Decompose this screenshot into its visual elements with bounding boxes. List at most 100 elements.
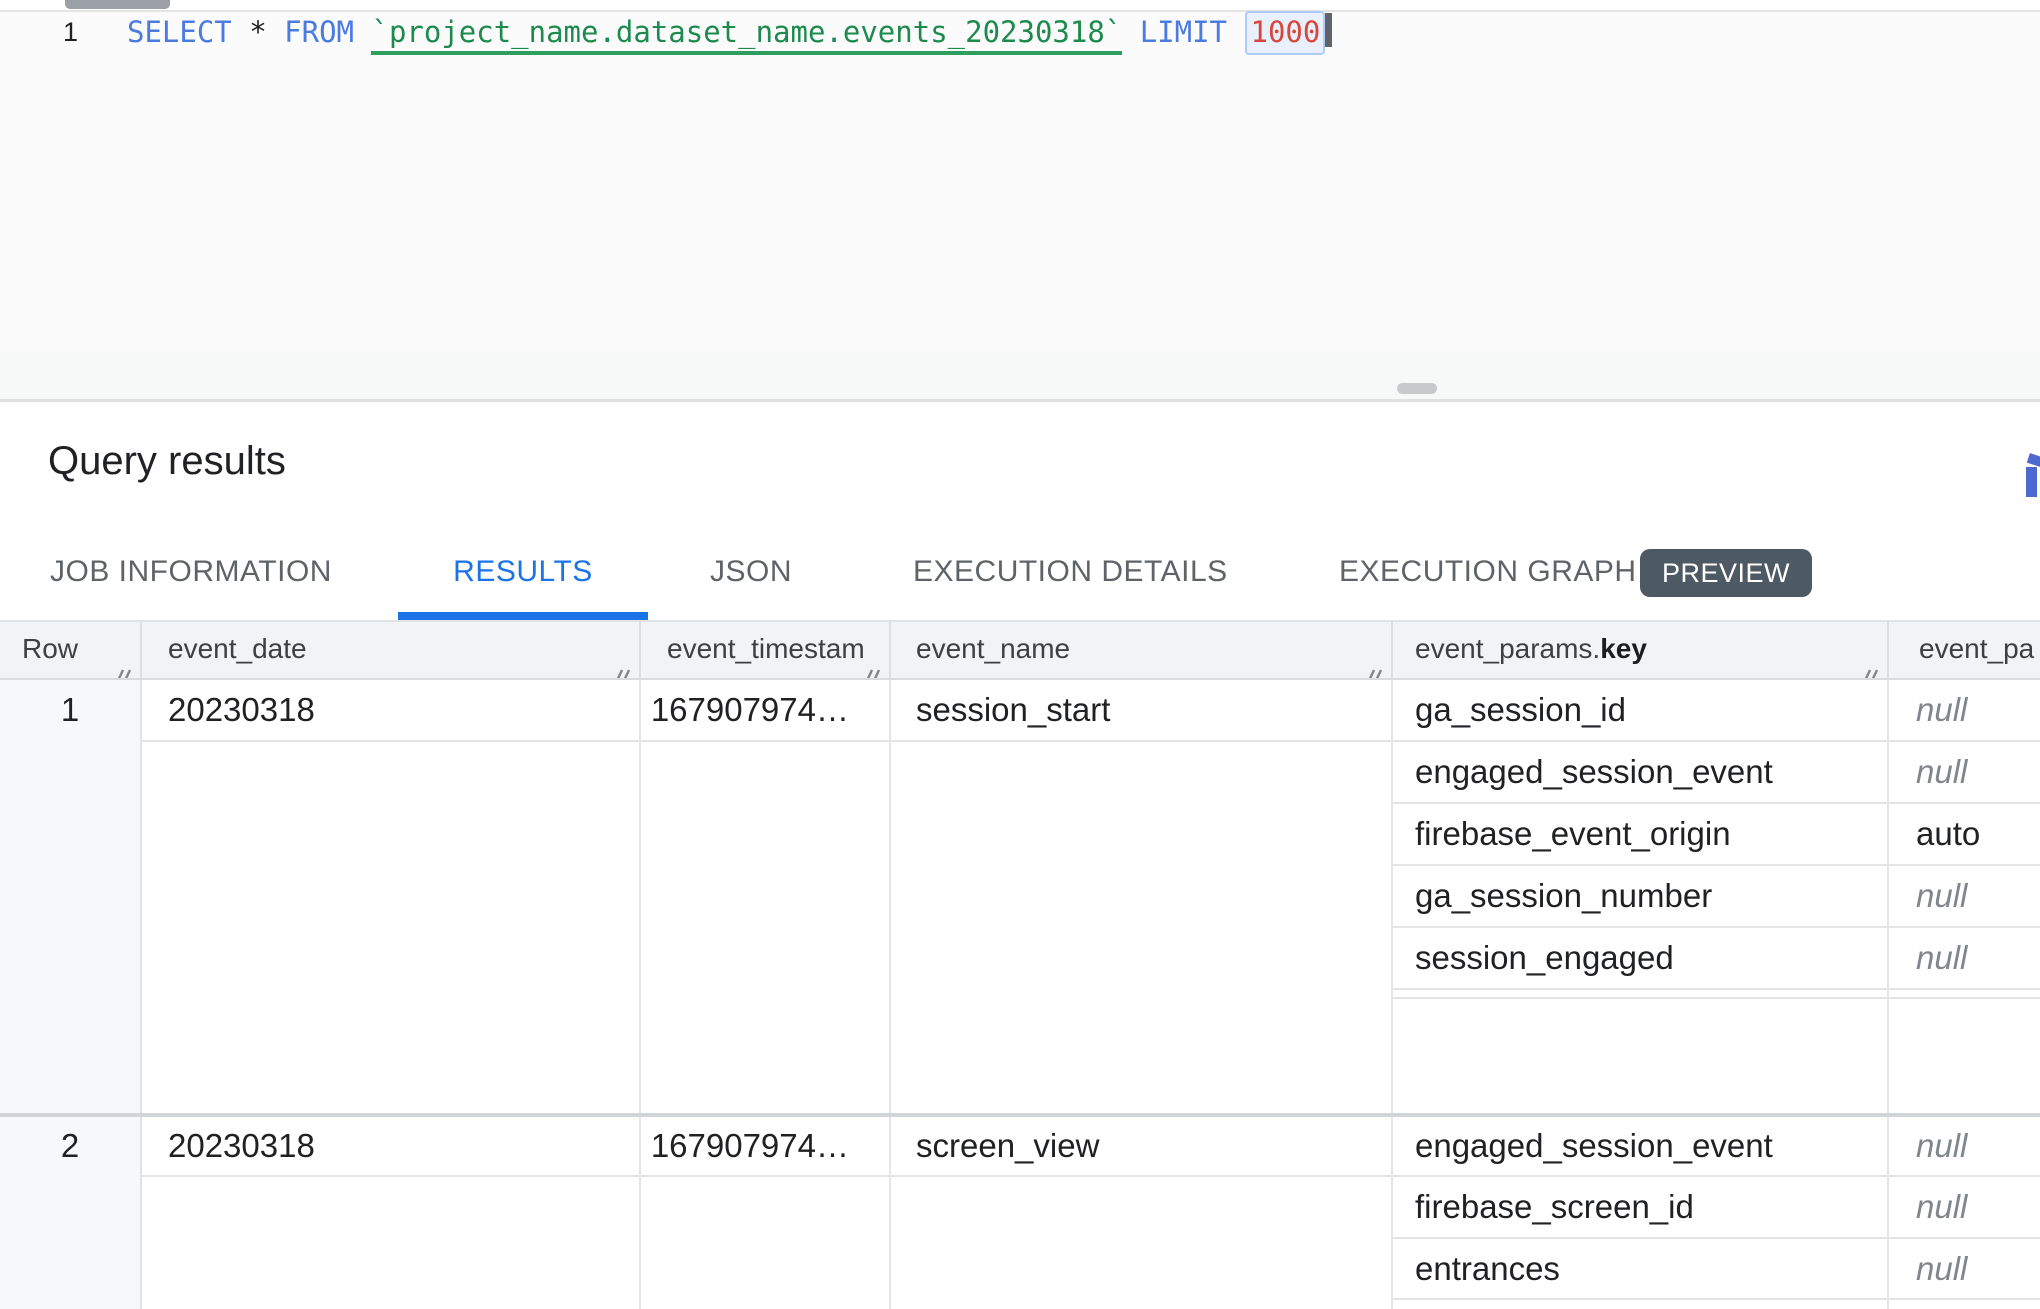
column-resize-handle[interactable] [1364,652,1386,674]
row-gutter [0,742,142,804]
cell-spacer [142,866,641,928]
preview-badge: PREVIEW [1640,549,1812,597]
cell-param-key-empty [1393,999,1889,1113]
cell-spacer [641,742,891,804]
text-cursor [1325,13,1332,47]
results-tabbar: JOB INFORMATION RESULTS JSON EXECUTION D… [0,530,2040,622]
cell-param-key: entrances [1393,1239,1889,1300]
table-row: firebase_screen_idnull [0,1177,2040,1239]
cell-spacer [142,999,641,1113]
table-row [0,1300,2040,1309]
cell-spacer [891,1177,1393,1239]
row-gutter [0,1300,142,1309]
table-row [0,990,2040,999]
header-cell-event-pa: event_pa [1889,622,2040,678]
table-header: Rowevent_dateevent_timestampevent_nameev… [0,622,2040,680]
cell-event-name: session_start [891,680,1393,742]
save-results-icon[interactable] [2026,453,2040,499]
cell-event-name: screen_view [891,1117,1393,1177]
table-body: 120230318167907974…session_startga_sessi… [0,680,2040,1309]
cell-param-value: null [1889,1117,2040,1177]
cell-spacer [891,866,1393,928]
cell-param-value-empty [1889,990,2040,999]
active-tab-underline [398,612,648,620]
tab-execution-graph[interactable]: EXECUTION GRAPH [1339,530,1637,614]
cell-spacer [142,742,641,804]
column-resize-handle[interactable] [1860,652,1882,674]
tab-execution-details[interactable]: EXECUTION DETAILS [913,530,1228,614]
header-cell-event-params: event_params.key [1393,622,1889,678]
tab-job-information[interactable]: JOB INFORMATION [50,530,332,614]
row-gutter [0,1239,142,1300]
cell-spacer [641,1239,891,1300]
cell-param-value: null [1889,1239,2040,1300]
table-row: engaged_session_eventnull [0,742,2040,804]
row-gutter [0,928,142,990]
cell-spacer [641,1300,891,1309]
token-table-reference: `project_name.dataset_name.events_202303… [371,15,1122,55]
cell-param-value: null [1889,742,2040,804]
cell-param-value-empty [1889,1300,2040,1309]
splitter-drag-handle[interactable] [1397,383,1437,394]
cell-param-value: auto [1889,804,2040,866]
table-row: entrancesnull [0,1239,2040,1300]
cell-param-value: null [1889,928,2040,990]
bigquery-query-page: 1 SELECT * FROM `project_name.dataset_na… [0,0,2040,1309]
cell-param-key: firebase_screen_id [1393,1177,1889,1239]
cell-spacer [891,1239,1393,1300]
editor-bottom-strip [0,352,2040,402]
cell-param-value: null [1889,680,2040,742]
cell-spacer [142,1177,641,1239]
results-table: Rowevent_dateevent_timestampevent_nameev… [0,622,2040,1309]
cell-spacer [641,928,891,990]
row-gutter [0,866,142,928]
cell-param-value-empty [1889,999,2040,1113]
cell-event-date: 20230318 [142,1117,641,1177]
tab-results[interactable]: RESULTS [398,530,648,614]
column-resize-handle[interactable] [113,652,135,674]
query-results-panel: Query results JOB INFORMATION RESULTS JS… [0,403,2040,1309]
table-row: ga_session_numbernull [0,866,2040,928]
cell-event-date: 20230318 [142,680,641,742]
token-keyword-from: FROM [284,15,354,49]
cell-spacer [142,1300,641,1309]
cell-spacer [891,1300,1393,1309]
cell-spacer [641,866,891,928]
token-star: * [249,15,266,49]
row-gutter [0,990,142,999]
cell-spacer [142,990,641,999]
table-row: session_engagednull [0,928,2040,990]
cell-spacer [142,804,641,866]
tab-json[interactable]: JSON [701,530,801,614]
sql-editor[interactable]: 1 SELECT * FROM `project_name.dataset_na… [0,0,2040,403]
cell-spacer [891,742,1393,804]
column-resize-handle[interactable] [612,652,634,674]
header-cell-event-date: event_date [142,622,641,678]
table-row: firebase_event_originauto [0,804,2040,866]
table-row: 120230318167907974…session_startga_sessi… [0,680,2040,742]
cell-event-timestamp: 167907974… [641,680,891,742]
row-gutter [0,804,142,866]
cell-param-key: session_engaged [1393,928,1889,990]
cell-param-value: null [1889,1177,2040,1239]
cell-spacer [142,1239,641,1300]
cell-spacer [641,990,891,999]
cell-param-key: engaged_session_event [1393,1117,1889,1177]
query-results-title: Query results [48,439,286,484]
header-cell-row: Row [0,622,142,678]
cell-spacer [891,999,1393,1113]
cell-param-key-empty [1393,990,1889,999]
cell-spacer [891,990,1393,999]
cell-param-key: ga_session_number [1393,866,1889,928]
cell-param-key-empty [1393,1300,1889,1309]
table-row: 220230318167907974…screen_viewengaged_se… [0,1117,2040,1177]
cell-param-key: ga_session_id [1393,680,1889,742]
cell-param-key: engaged_session_event [1393,742,1889,804]
column-resize-handle[interactable] [862,652,884,674]
row-gutter [0,999,142,1113]
cell-spacer [641,804,891,866]
editor-scrollbar-thumb[interactable] [65,0,170,9]
header-cell-event-timestamp: event_timestamp [641,622,891,678]
cell-spacer [891,804,1393,866]
sql-code-line[interactable]: SELECT * FROM `project_name.dataset_name… [127,10,1332,54]
